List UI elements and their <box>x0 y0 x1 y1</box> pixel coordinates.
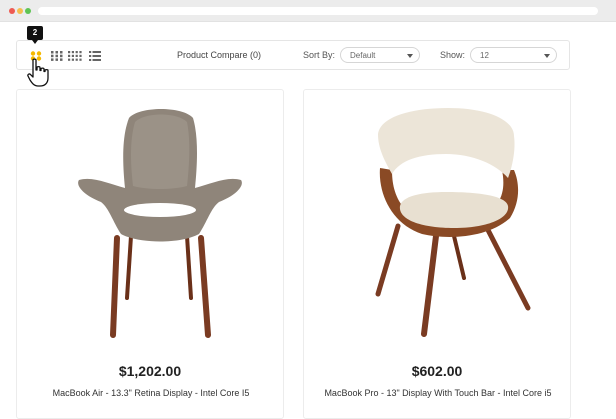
product-card[interactable]: $1,202.00 MacBook Air - 13.3" Retina Dis… <box>16 89 284 419</box>
minimize-window-icon[interactable] <box>17 8 23 14</box>
show-count-select[interactable]: 12 <box>470 47 557 63</box>
address-bar[interactable] <box>38 7 598 15</box>
product-image[interactable] <box>318 98 558 343</box>
sort-by-value: Default <box>350 51 376 60</box>
grid-4-view-button[interactable] <box>68 51 82 61</box>
grid-3-view-button[interactable] <box>51 51 63 61</box>
show-count-label: Show: <box>440 50 466 60</box>
close-window-icon[interactable] <box>9 8 15 14</box>
bentwood-chair-cream <box>375 108 531 337</box>
product-card[interactable]: $602.00 MacBook Pro - 13" Display With T… <box>303 89 571 419</box>
maximize-window-icon[interactable] <box>25 8 31 14</box>
product-image[interactable] <box>31 98 271 343</box>
list-icon <box>89 51 101 61</box>
grid-4-icon <box>68 51 82 61</box>
product-toolbar: Product Compare (0) Sort By: Default Sho… <box>16 40 570 70</box>
browser-title-bar <box>0 0 616 22</box>
chevron-down-icon <box>407 54 413 58</box>
sort-by-label: Sort By: <box>303 50 336 60</box>
product-price: $1,202.00 <box>118 363 182 379</box>
product-title[interactable]: MacBook Air - 13.3" Retina Display - Int… <box>27 387 275 400</box>
product-compare-link[interactable]: Product Compare (0) <box>177 50 261 60</box>
product-title[interactable]: MacBook Pro - 13" Display With Touch Bar… <box>314 387 562 400</box>
product-price: $602.00 <box>411 363 463 379</box>
upholstered-armchair-gray <box>78 109 242 338</box>
chevron-down-icon <box>544 54 550 58</box>
hand-pointer-icon <box>27 58 49 87</box>
list-view-button[interactable] <box>89 51 101 61</box>
view-tooltip: 2 <box>27 26 43 44</box>
grid-3-icon <box>51 51 63 61</box>
sort-by-select[interactable]: Default <box>340 47 420 63</box>
show-count-value: 12 <box>480 51 489 60</box>
